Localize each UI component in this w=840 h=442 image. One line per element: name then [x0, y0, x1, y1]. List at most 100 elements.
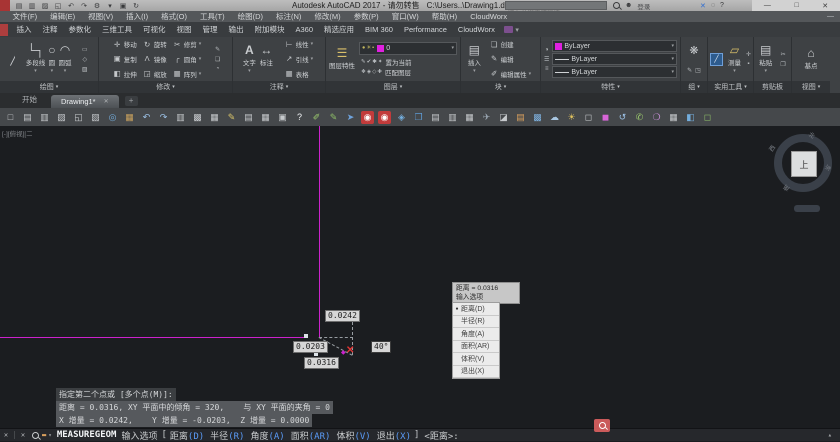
group-icon[interactable]: ❋ — [689, 44, 698, 57]
distance-tool-active-button[interactable]: ╱ — [709, 52, 723, 66]
draw-extra-icon[interactable]: ▭ — [82, 46, 88, 53]
insert-block-button[interactable]: ▤ 插入 ▾ — [468, 44, 481, 74]
toolbar-icon[interactable]: ▦ — [123, 111, 136, 124]
menu-item[interactable]: 插入(I) — [120, 11, 155, 22]
modify-tool-button[interactable]: ▦ 阵列 ▾ — [171, 69, 204, 79]
command-search-icon[interactable] — [32, 431, 39, 439]
menu-item[interactable]: 修改(M) — [308, 11, 347, 22]
qat-icon[interactable]: ▥ — [27, 2, 37, 10]
annotate-big-button[interactable]: ↔ 标注 — [260, 44, 273, 74]
toolbar-icon[interactable]: ▣ — [276, 111, 289, 124]
draw-extra-icon[interactable]: ◇ — [82, 56, 87, 63]
qat-icon[interactable]: ▣ — [118, 2, 128, 10]
color-select[interactable]: ByLayer ▾ — [552, 40, 677, 52]
menubar-minimize-icon[interactable]: — — [827, 13, 834, 20]
menu-item[interactable]: 窗口(W) — [385, 11, 425, 22]
toolbar-icon[interactable]: ▤ — [21, 111, 34, 124]
qat-icon[interactable]: ↻ — [131, 2, 141, 10]
toolbar-icon[interactable]: ◈ — [395, 111, 408, 124]
block-row-button[interactable]: ✎ 编辑 — [488, 54, 534, 64]
modify-tool-button[interactable]: ▣ 复制 — [111, 54, 141, 64]
modify-tool-button[interactable]: ↻ 旋转 — [141, 39, 171, 50]
toolbar-icon[interactable]: ↺ — [616, 111, 629, 124]
toolbar-icon[interactable]: ◻ — [582, 111, 595, 124]
modify-extra-icon[interactable]: ✎ — [215, 46, 220, 53]
toolbar-icon[interactable]: ✎ — [225, 111, 238, 124]
modify-tool-button[interactable]: ◧ 拉伸 — [111, 69, 141, 79]
panel-footer-groups[interactable]: 组 ▾ — [681, 81, 707, 93]
utility-extra-icon[interactable]: ✛ — [746, 51, 751, 58]
panel-footer-utilities[interactable]: 实用工具 ▾ — [708, 81, 753, 93]
signin-user-icon[interactable]: ☻ — [625, 2, 632, 9]
close-tab-icon[interactable]: ✕ — [104, 98, 109, 105]
dynamic-input-delta-y[interactable]: 0.0203 — [293, 341, 328, 353]
dynamic-input-angle[interactable]: 40° — [371, 341, 392, 353]
draw-tool-button[interactable]: ◠ 圆弧 ▾ — [59, 44, 72, 74]
ribbon-tab[interactable]: 注释 — [37, 24, 63, 35]
menu-item[interactable]: 文件(F) — [6, 11, 44, 22]
menu-item[interactable]: 标注(N) — [270, 11, 308, 22]
properties-side-icon[interactable]: ◑ — [545, 47, 549, 53]
option-hotkey[interactable]: (D) — [188, 432, 204, 442]
clipped-home-tab[interactable] — [0, 23, 8, 36]
paste-button[interactable]: ▤ 粘贴 ▾ — [759, 44, 772, 74]
context-menu-item[interactable]: 体积(V) — [453, 353, 499, 366]
qat-icon[interactable]: ⚙ — [92, 2, 102, 10]
modify-tool-button[interactable]: ◲ 缩放 — [141, 69, 171, 79]
ribbon-tab[interactable]: CloudWorx — [452, 25, 500, 34]
context-menu-item[interactable]: 退出(X) — [453, 365, 499, 378]
option-hotkey[interactable]: (A) — [268, 432, 284, 442]
toolbar-icon[interactable]: ▧ — [89, 111, 102, 124]
ribbon-tab[interactable]: 输出 — [223, 24, 249, 35]
properties-side-icon[interactable]: ≡ — [545, 66, 549, 72]
toolbar-icon[interactable]: ▦ — [463, 111, 476, 124]
dynamic-input-delta-x[interactable]: 0.0242 — [325, 310, 360, 322]
modify-tool-button[interactable]: ✛ 移动 — [111, 39, 141, 50]
close-icon[interactable]: ✕ — [0, 431, 12, 439]
maximize-button[interactable]: □ — [794, 2, 798, 9]
app-logo-icon[interactable] — [0, 0, 10, 11]
tab-start[interactable]: 开始 — [8, 94, 51, 108]
tab-drawing1[interactable]: Drawing1* ✕ — [51, 95, 119, 108]
toolbar-icon[interactable]: ❒ — [412, 111, 425, 124]
toolbar-icon[interactable]: ◉ — [361, 110, 374, 124]
help-search-field[interactable] — [505, 1, 610, 17]
context-menu-item[interactable]: ● 距离(D) — [453, 303, 499, 316]
pick-cursor[interactable]: ✕ — [346, 346, 354, 356]
menu-item[interactable]: 视图(V) — [82, 11, 120, 22]
toolbar-icon[interactable]: ▦ — [208, 111, 221, 124]
modify-tool-button[interactable]: ✂ 修剪 ▾ — [171, 39, 204, 50]
menu-item[interactable]: 绘图(D) — [231, 11, 269, 22]
ribbon-tab[interactable]: 三维工具 — [97, 24, 138, 35]
help-icon[interactable]: ? — [720, 2, 724, 9]
toolbar-icon[interactable]: ❍ — [650, 111, 663, 124]
measure-button[interactable]: ▱ 测量 ▾ — [728, 44, 741, 74]
group-extra-icon[interactable]: ◳ — [695, 67, 701, 74]
toolbar-icon[interactable]: ▨ — [55, 111, 68, 124]
panel-footer-modify[interactable]: 修改 ▾ — [99, 81, 232, 93]
drawing-canvas[interactable]: [-][俯视][二维线框] 北 东 南 西 上 ◆ ✕ 0.0242 0.020… — [0, 126, 840, 428]
annotate-row-button[interactable]: ↗ 引线 ▾ — [283, 54, 316, 64]
toolbar-icon[interactable]: ◱ — [72, 111, 85, 124]
draw-extra-icon[interactable]: ▨ — [82, 66, 88, 73]
base-point-button[interactable]: ⌂ 基点 — [805, 47, 818, 71]
viewport-controls-label[interactable]: [-][俯视][二维线框] — [2, 128, 32, 138]
menu-item[interactable]: 格式(O) — [155, 11, 194, 22]
toolbar-icon[interactable]: ✆ — [633, 111, 646, 124]
toolbar-icon[interactable]: ✐ — [310, 111, 323, 124]
option-hotkey[interactable]: (X) — [395, 432, 411, 442]
toolbar-icon[interactable]: ↷ — [157, 111, 170, 124]
toolbar-icon[interactable]: ✈ — [480, 111, 493, 124]
close-button[interactable]: ✕ — [822, 2, 828, 10]
toolbar-icon[interactable]: ↶ — [140, 111, 153, 124]
qat-icon[interactable]: ◱ — [53, 2, 63, 10]
ribbon-tab-options[interactable]: ▾ — [504, 26, 519, 34]
utility-extra-icon[interactable]: ▪ — [747, 61, 749, 67]
menu-item[interactable]: 参数(P) — [347, 11, 385, 22]
qat-icon[interactable]: ▾ — [105, 2, 115, 10]
layer-properties-button[interactable]: ☰ 图层特性 — [329, 47, 355, 71]
menu-item[interactable]: 编辑(E) — [44, 11, 82, 22]
wcs-menu-pill[interactable] — [794, 205, 820, 212]
option-hotkey[interactable]: (V) — [354, 432, 370, 442]
clipboard-extra-icon[interactable]: ❐ — [780, 61, 785, 68]
